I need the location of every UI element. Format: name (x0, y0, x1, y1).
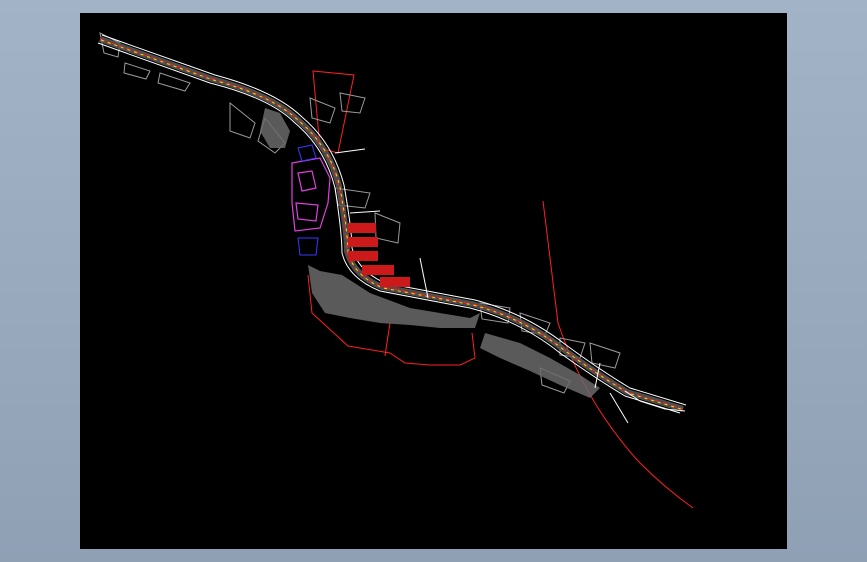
cad-viewport[interactable] (80, 13, 787, 549)
boundary-lower-inner (384, 322, 391, 357)
building-clusters (99, 32, 621, 394)
site-parcel (291, 157, 331, 232)
cad-drawing (97, 32, 694, 509)
road-edge-right (101, 34, 687, 406)
road-edge-left (97, 42, 681, 414)
